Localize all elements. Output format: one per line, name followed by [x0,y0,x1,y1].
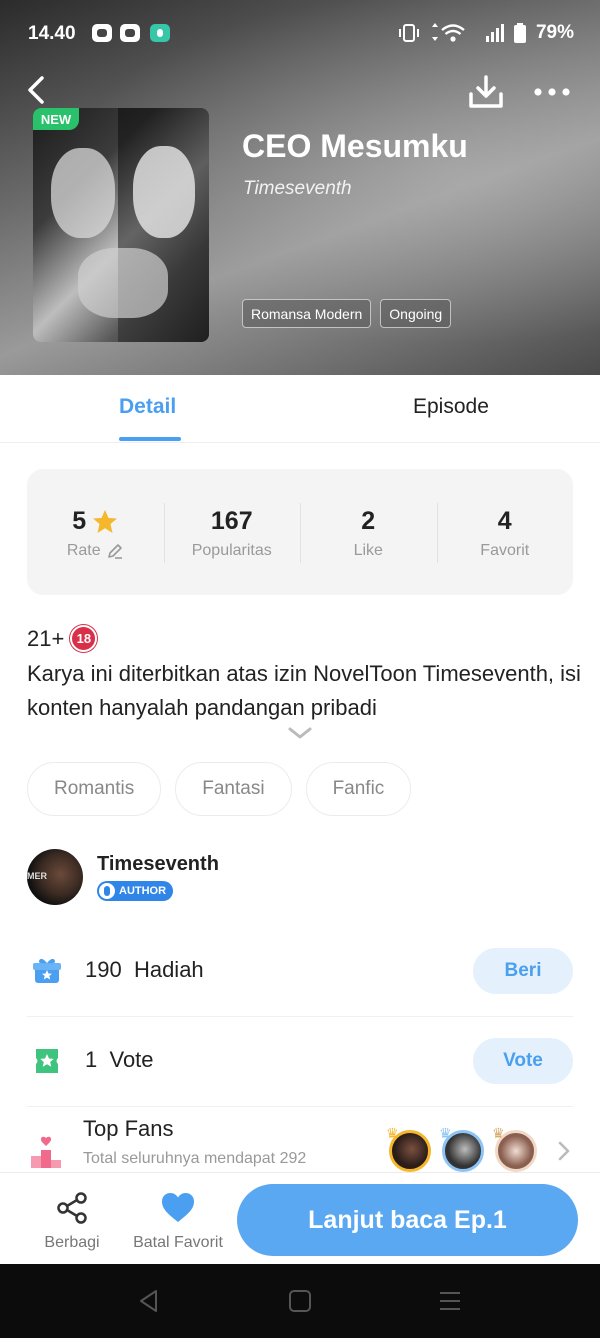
genre-tag[interactable]: Romansa Modern [242,299,372,328]
share-icon [57,1192,87,1224]
like-value: 2 [361,507,376,535]
give-gift-button[interactable]: Beri [473,948,573,994]
popularity-label: Popularitas [191,542,272,559]
genre-tags: Romansa Modern Ongoing [242,299,452,328]
chevron-down-icon [288,727,312,739]
more-dots-icon [534,88,570,96]
book-cover[interactable] [33,108,209,342]
top-fans-title[interactable]: Top Fans [83,1116,174,1142]
rate-label: Rate [66,542,101,559]
battery-icon [513,23,526,43]
back-button[interactable] [22,70,56,110]
download-icon [469,75,503,108]
top-fan-avatar[interactable]: ♛ [386,1125,431,1172]
download-button[interactable] [466,72,506,112]
age-rating-text: 21+ [27,625,65,651]
author-badge-icon [99,883,115,899]
book-header: 14.40 79% NEW CEO Mesumku Timeseventh Ro… [0,0,600,375]
bottom-action-bar: Berbagi Batal Favorit Lanjut baca Ep.1 [0,1172,600,1264]
status-bar: 14.40 79% [0,0,600,68]
crown-icon: ♛ [439,1125,452,1141]
vote-button[interactable]: Vote [473,1038,573,1084]
vibrate-icon [398,24,419,42]
unfavorite-button[interactable]: Batal Favorit [126,1191,230,1252]
keyword-tag[interactable]: Fantasi [175,762,292,816]
chat-app-icon [120,24,140,42]
nav-home-icon[interactable] [287,1288,313,1314]
detail-tabs: Detail Episode [0,375,600,443]
favorite-value: 4 [497,507,512,535]
battery-level: 79% [535,22,574,43]
gift-row: 190 Hadiah Beri [27,926,573,1016]
crown-icon: ♛ [492,1125,505,1141]
author-name[interactable]: Timeseventh [97,853,219,876]
top-fans-subtitle: Total seluruhnya mendapat 292 [83,1150,307,1167]
status-indicators: 79% [398,22,574,44]
chevron-left-icon [28,76,44,104]
gift-icon [33,958,61,983]
popularity-value: 167 [210,507,253,535]
nav-menu-icon[interactable] [437,1288,463,1314]
age-18-icon: 18 [70,625,98,652]
heart-icon [162,1193,194,1222]
signal-icon [485,24,504,42]
active-tab-indicator [119,437,181,441]
share-label: Berbagi [44,1234,100,1251]
stat-rate[interactable]: 5 Rate [27,469,164,595]
chevron-right-icon[interactable] [557,1140,571,1162]
top-fan-avatar[interactable]: ♛ [439,1125,484,1172]
share-button[interactable]: Berbagi [36,1191,108,1252]
wifi-icon [431,23,465,42]
rate-value: 5 [72,507,87,535]
status-time: 14.40 [28,23,76,44]
expand-description-button[interactable] [287,724,313,742]
tab-episode[interactable]: Episode [413,395,489,419]
book-title: CEO Mesumku [242,128,468,164]
nav-back-icon[interactable] [136,1288,162,1314]
favorite-label: Favorit [480,542,530,559]
new-badge: NEW [33,108,79,130]
vote-count: 1 [85,1047,98,1072]
vote-ticket-icon [36,1049,58,1073]
gift-count: 190 [85,957,122,982]
like-label: Like [353,542,383,559]
keyword-tag[interactable]: Fanfic [305,762,412,816]
author-badge: AUTHOR [97,881,174,901]
stat-like: 2 Like [300,469,437,595]
tab-detail[interactable]: Detail [119,395,176,419]
top-fan-avatar[interactable]: ♛ [492,1125,537,1172]
status-tag: Ongoing [380,299,452,328]
stat-popularity: 167 Popularitas [163,469,301,595]
stat-favorite: 4 Favorit [436,469,574,595]
continue-reading-button[interactable]: Lanjut baca Ep.1 [237,1184,578,1256]
vote-row: 1 Vote Vote [27,1016,573,1106]
age-rating: 21+ 18 [27,625,98,652]
author-avatar[interactable] [27,849,83,905]
book-description: Karya ini diterbitkan atas izin NovelToo… [27,661,581,720]
notification-app-icon [150,24,170,42]
keyword-tags: Romantis Fantasi Fanfic [27,762,412,816]
vote-label: Vote [109,1047,154,1072]
more-options-button[interactable] [532,78,572,106]
edit-pencil-icon[interactable] [106,542,124,560]
unfavorite-label: Batal Favorit [133,1234,223,1251]
author-badge-label: AUTHOR [119,885,167,897]
stats-panel: 5 Rate 167 Popularitas 2 Like 4 Favorit [27,469,573,595]
chat-app-icon [92,24,112,42]
crown-icon: ♛ [386,1125,399,1141]
book-author[interactable]: Timeseventh [243,178,352,200]
top-fans-podium-icon [31,1136,61,1168]
divider [27,1106,573,1107]
system-navigation-bar [0,1264,600,1338]
gift-label: Hadiah [133,957,204,982]
star-icon [93,510,118,533]
keyword-tag[interactable]: Romantis [27,762,162,816]
